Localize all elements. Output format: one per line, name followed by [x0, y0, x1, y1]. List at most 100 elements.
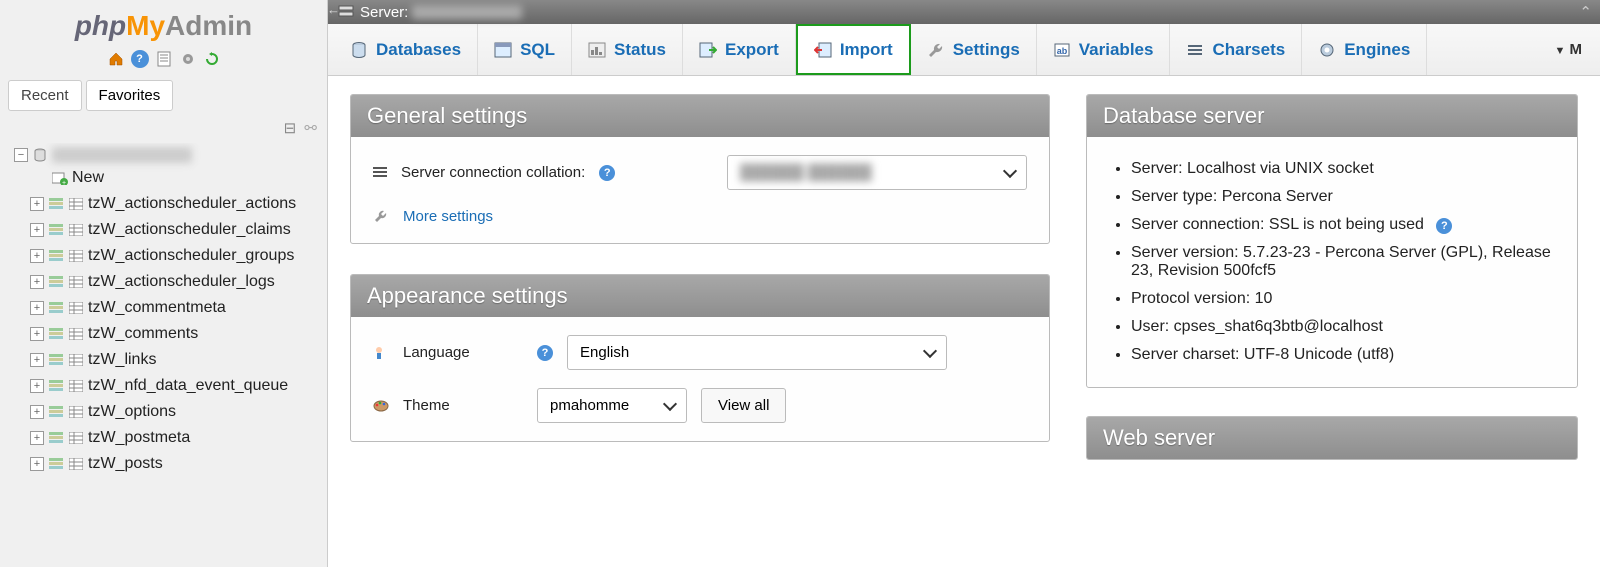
plus-icon[interactable]: +	[30, 275, 44, 289]
table-struct-icon[interactable]	[48, 222, 64, 238]
panel-general-settings: General settings Server connection colla…	[350, 94, 1050, 244]
table-struct-icon[interactable]	[48, 404, 64, 420]
tab-label: Charsets	[1212, 40, 1285, 60]
gear-icon[interactable]	[179, 50, 197, 68]
table-icon[interactable]	[68, 326, 84, 342]
tab-more[interactable]: ▼ M	[1542, 41, 1594, 58]
tab-label: Engines	[1344, 40, 1410, 60]
svg-text:+: +	[62, 180, 66, 185]
language-select[interactable]: English	[567, 335, 947, 370]
table-struct-icon[interactable]	[48, 378, 64, 394]
recent-button[interactable]: Recent	[8, 80, 82, 111]
table-struct-icon[interactable]	[48, 430, 64, 446]
table-icon[interactable]	[68, 300, 84, 316]
collapse-top-icon[interactable]: ⌃	[1579, 3, 1592, 21]
tree-table-item[interactable]: +tzW_nfd_data_event_queue	[4, 373, 323, 399]
table-struct-icon[interactable]	[48, 196, 64, 212]
export-icon	[699, 41, 717, 59]
tab-export[interactable]: Export	[683, 24, 796, 75]
tree-table-item[interactable]: +tzW_postmeta	[4, 425, 323, 451]
minus-icon[interactable]: −	[14, 148, 28, 162]
database-icon	[350, 41, 368, 59]
help-icon[interactable]: ?	[1436, 218, 1452, 234]
tab-charsets[interactable]: Charsets	[1170, 24, 1302, 75]
table-struct-icon[interactable]	[48, 352, 64, 368]
table-icon[interactable]	[68, 274, 84, 290]
collapse-sidebar-icon[interactable]: ←	[327, 2, 340, 17]
table-struct-icon[interactable]	[48, 274, 64, 290]
table-name: tzW_comments	[88, 325, 198, 343]
plus-icon[interactable]: +	[30, 431, 44, 445]
tab-engines[interactable]: Engines	[1302, 24, 1427, 75]
plus-icon[interactable]: +	[30, 353, 44, 367]
theme-select[interactable]: pmahomme	[537, 388, 687, 423]
tab-import[interactable]: Import	[796, 24, 911, 75]
logo[interactable]: phpMyAdmin	[0, 0, 327, 46]
main: ← Server: ⌃ DatabasesSQL Status Export Impo…	[328, 0, 1600, 567]
more-settings-link[interactable]: More settings	[403, 208, 493, 225]
svg-text:ab: ab	[1057, 46, 1068, 56]
collation-select[interactable]: ██████ ██████	[727, 155, 1027, 190]
tree-table-item[interactable]: +tzW_options	[4, 399, 323, 425]
link-icon[interactable]: ⚯	[304, 120, 317, 137]
db-server-info-list: Server: Localhost via UNIX socketServer …	[1109, 155, 1555, 369]
home-icon[interactable]	[107, 50, 125, 68]
tree-db-root[interactable]: −	[4, 145, 323, 165]
table-struct-icon[interactable]	[48, 456, 64, 472]
db-info-item: Protocol version: 10	[1131, 285, 1555, 313]
plus-icon[interactable]: +	[30, 457, 44, 471]
topbar: ← Server: ⌃	[328, 0, 1600, 24]
tree-table-item[interactable]: +tzW_actionscheduler_actions	[4, 191, 323, 217]
new-label: New	[72, 169, 104, 187]
table-icon[interactable]	[68, 352, 84, 368]
table-icon[interactable]	[68, 456, 84, 472]
tab-databases[interactable]: Databases	[334, 24, 478, 75]
refresh-icon[interactable]	[203, 50, 221, 68]
table-icon[interactable]	[68, 404, 84, 420]
favorites-button[interactable]: Favorites	[86, 80, 174, 111]
plus-icon[interactable]: +	[30, 327, 44, 341]
table-icon[interactable]	[68, 248, 84, 264]
help-icon[interactable]: ?	[537, 345, 553, 361]
server-label: Server:	[360, 4, 408, 21]
tree-table-item[interactable]: +tzW_links	[4, 347, 323, 373]
tab-sql[interactable]: SQL	[478, 24, 572, 75]
help-icon[interactable]: ?	[131, 50, 149, 68]
tab-status[interactable]: Status	[572, 24, 683, 75]
plus-icon[interactable]: +	[30, 405, 44, 419]
table-icon[interactable]	[68, 430, 84, 446]
tree-table-item[interactable]: +tzW_actionscheduler_groups	[4, 243, 323, 269]
tab-label: Status	[614, 40, 666, 60]
language-icon	[373, 345, 389, 361]
collation-icon	[373, 167, 387, 179]
docs-icon[interactable]	[155, 50, 173, 68]
plus-icon[interactable]: +	[30, 249, 44, 263]
tree-table-item[interactable]: +tzW_actionscheduler_claims	[4, 217, 323, 243]
tree-new-item[interactable]: + New	[4, 165, 323, 191]
table-icon[interactable]	[68, 196, 84, 212]
help-icon[interactable]: ?	[599, 165, 615, 181]
view-all-button[interactable]: View all	[701, 388, 786, 423]
table-struct-icon[interactable]	[48, 326, 64, 342]
tree-table-item[interactable]: +tzW_commentmeta	[4, 295, 323, 321]
nav-tree: − + New +tzW_actionscheduler_actions+tzW…	[0, 143, 327, 567]
tab-label: Variables	[1079, 40, 1154, 60]
plus-icon[interactable]: +	[30, 197, 44, 211]
tree-table-item[interactable]: +tzW_actionscheduler_logs	[4, 269, 323, 295]
wrench-icon	[373, 209, 389, 225]
plus-icon[interactable]: +	[30, 223, 44, 237]
table-struct-icon[interactable]	[48, 248, 64, 264]
tab-variables[interactable]: ab Variables	[1037, 24, 1171, 75]
collapse-all-icon[interactable]: ⊟	[284, 120, 297, 137]
logo-part-admin: Admin	[165, 10, 252, 41]
tree-table-item[interactable]: + tzW_comments	[4, 321, 323, 347]
table-struct-icon[interactable]	[48, 300, 64, 316]
plus-icon[interactable]: +	[30, 379, 44, 393]
tab-settings[interactable]: Settings	[911, 24, 1037, 75]
table-icon[interactable]	[68, 222, 84, 238]
tree-table-item[interactable]: +tzW_posts	[4, 451, 323, 477]
server-name-blurred	[412, 5, 522, 19]
plus-icon[interactable]: +	[30, 301, 44, 315]
table-icon[interactable]	[68, 378, 84, 394]
tab-label: Import	[840, 40, 893, 60]
